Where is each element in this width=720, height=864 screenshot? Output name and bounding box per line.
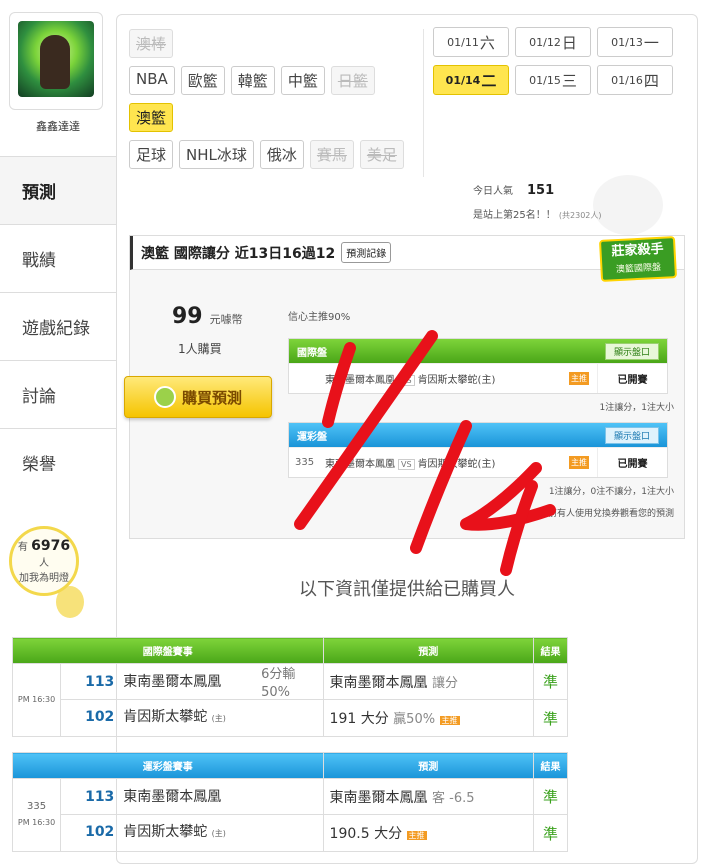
sport-tag[interactable]: 歐籃 xyxy=(180,66,225,95)
match-status: 已開賽 xyxy=(597,448,667,477)
avatar[interactable] xyxy=(18,21,94,97)
table-row: 102 肯因斯太攀蛇 (主) 190.5 大分 主推 準 xyxy=(13,814,569,852)
sport-tag[interactable]: NBA xyxy=(129,66,175,95)
sport-tag[interactable]: 澳籃 xyxy=(129,103,174,132)
match-status: 已開賽 xyxy=(597,364,667,393)
lottery-result-table: 運彩盤賽事 預測 結果 335 PM 16:30 113 東南墨爾本鳳凰 東南墨… xyxy=(11,752,569,852)
result-mark: 準 xyxy=(532,778,569,815)
username[interactable]: 鑫鑫達達 xyxy=(0,118,116,134)
record-button[interactable]: 預測記錄 xyxy=(341,242,392,263)
fans-count: 6976 xyxy=(31,538,71,554)
popularity-value: 151 xyxy=(527,183,555,198)
match-time: PM 16:30 xyxy=(11,663,62,737)
buy-prediction-button[interactable]: 購買預測 xyxy=(124,376,272,418)
sport-tag[interactable]: 韓籃 xyxy=(230,66,275,95)
popularity-box: 今日人氣 151 是站上第25名！！ (共2302人) xyxy=(473,183,602,221)
divider xyxy=(423,29,424,177)
date-button[interactable]: 01/11 六 xyxy=(433,27,509,57)
main-pick-tag: 主推 xyxy=(569,456,589,469)
sport-row: 澳籃 xyxy=(129,103,414,132)
table-row: 102 肯因斯太攀蛇 (主) 191 大分 贏50% 主推 準 xyxy=(13,699,569,737)
lottery-note: 1注讓分，0注不讓分，1注大小 xyxy=(548,487,674,497)
sport-tag: 賽馬 xyxy=(309,140,354,169)
date-button[interactable]: 01/16 四 xyxy=(597,65,673,95)
intl-result-table: 國際盤賽事 預測 結果 PM 16:30 113 東南墨爾本鳳凰 6分輸 50% … xyxy=(11,637,569,737)
date-selector: 01/11 六 01/12 日 01/13 一 01/14 二 01/15 三 01/16… xyxy=(433,27,683,95)
table-row: 335 PM 16:30 113 東南墨爾本鳳凰 東南墨爾本鳳凰 客 -6.5 … xyxy=(11,778,569,852)
date-button[interactable]: 01/13 一 xyxy=(597,27,673,57)
sport-tag[interactable]: NHL冰球 xyxy=(179,140,254,169)
intl-market-box: 國際盤 顯示盤口 東南墨爾本鳳凰 VS 肯因斯太攀蛇(主) 主推 已開賽 xyxy=(288,338,668,394)
sport-tag: 美足 xyxy=(359,140,404,169)
spread-result: 6分輸 50% xyxy=(261,667,296,700)
sport-tag: 日籃 xyxy=(330,66,375,95)
sport-row: 足球 NHL冰球 俄冰 賽馬 美足 xyxy=(129,140,414,169)
sport-row: 澳棒 xyxy=(129,29,414,58)
table-row: PM 16:30 113 東南墨爾本鳳凰 6分輸 50% 東南墨爾本鳳凰 讓分 準 xyxy=(11,663,569,737)
sport-tag[interactable]: 中籃 xyxy=(280,66,325,95)
sport-tag[interactable]: 足球 xyxy=(129,140,174,169)
sidebar-item-1[interactable]: 戰績 xyxy=(0,224,116,292)
buyer-count: 1人購買 xyxy=(178,342,222,356)
intl-match-row: 東南墨爾本鳳凰 VS 肯因斯太攀蛇(主) 主推 已開賽 xyxy=(289,363,667,393)
follow-text: 加我為明燈 xyxy=(19,573,69,584)
sport-tag: 澳棒 xyxy=(129,29,174,58)
avatar-frame[interactable] xyxy=(9,12,103,110)
table-header: 運彩盤賽事 預測 結果 xyxy=(12,752,569,779)
decoration-icon xyxy=(593,175,663,235)
intl-note: 1注讓分，1注大小 xyxy=(599,403,674,413)
lottery-market-box: 運彩盤 顯示盤口 335 東南墨爾本鳳凰 VS 肯因斯太攀蛇(主) 主推 已開賽 xyxy=(288,422,668,478)
intl-market-header: 國際盤 顯示盤口 xyxy=(289,339,667,363)
voucher-note: 目前有人使用兌換券觀看您的預測 xyxy=(538,509,674,519)
result-mark: 準 xyxy=(532,663,569,700)
match-time: 335 PM 16:30 xyxy=(11,778,62,852)
sidebar-item-2[interactable]: 遊戲紀錄 xyxy=(0,292,116,360)
date-button[interactable]: 01/12 日 xyxy=(515,27,591,57)
sidebar-item-0[interactable]: 預測 xyxy=(0,156,116,224)
confidence-text: 信心主推90% xyxy=(288,312,351,323)
sport-tag[interactable]: 俄冰 xyxy=(259,140,304,169)
main-pick-tag: 主推 xyxy=(569,372,589,385)
result-mark: 準 xyxy=(532,699,569,737)
achievement-badge: 莊家殺手 澳籃國際盤 xyxy=(598,236,678,282)
follow-lightbulb[interactable]: 有 6976 人 加我為明燈 xyxy=(9,526,79,596)
lottery-market-header: 運彩盤 顯示盤口 xyxy=(289,423,667,447)
price: 99 元噱幣 xyxy=(172,304,243,329)
coin-icon xyxy=(153,386,176,408)
sidebar-item-4[interactable]: 榮譽 xyxy=(0,428,116,496)
table-header: 國際盤賽事 預測 結果 xyxy=(12,637,569,664)
info-text: 以下資訊僅提供給已購買人 xyxy=(299,579,515,600)
show-odds-button[interactable]: 顯示盤口 xyxy=(604,342,659,360)
prediction-title: 澳籃 國際讓分 近13日16過12 xyxy=(141,245,336,262)
lottery-match-row: 335 東南墨爾本鳳凰 VS 肯因斯太攀蛇(主) 主推 已開賽 xyxy=(289,447,667,477)
show-odds-button[interactable]: 顯示盤口 xyxy=(604,426,659,444)
date-button[interactable]: 01/15 三 xyxy=(515,65,591,95)
sidebar-nav: 預測 戰績 遊戲紀錄 討論 榮譽 xyxy=(0,156,116,496)
prediction-card: 澳籃 國際讓分 近13日16過12 預測記錄 莊家殺手 澳籃國際盤 99 元噱幣… xyxy=(124,235,685,539)
sport-row: NBA 歐籃 韓籃 中籃 日籃 xyxy=(129,66,414,95)
sidebar-item-3[interactable]: 討論 xyxy=(0,360,116,428)
result-mark: 準 xyxy=(532,814,569,852)
date-button[interactable]: 01/14 二 xyxy=(433,65,509,95)
sport-filter: 澳棒 NBA 歐籃 韓籃 中籃 日籃 澳籃 足球 NHL冰球 俄冰 賽馬 美足 xyxy=(129,29,414,177)
